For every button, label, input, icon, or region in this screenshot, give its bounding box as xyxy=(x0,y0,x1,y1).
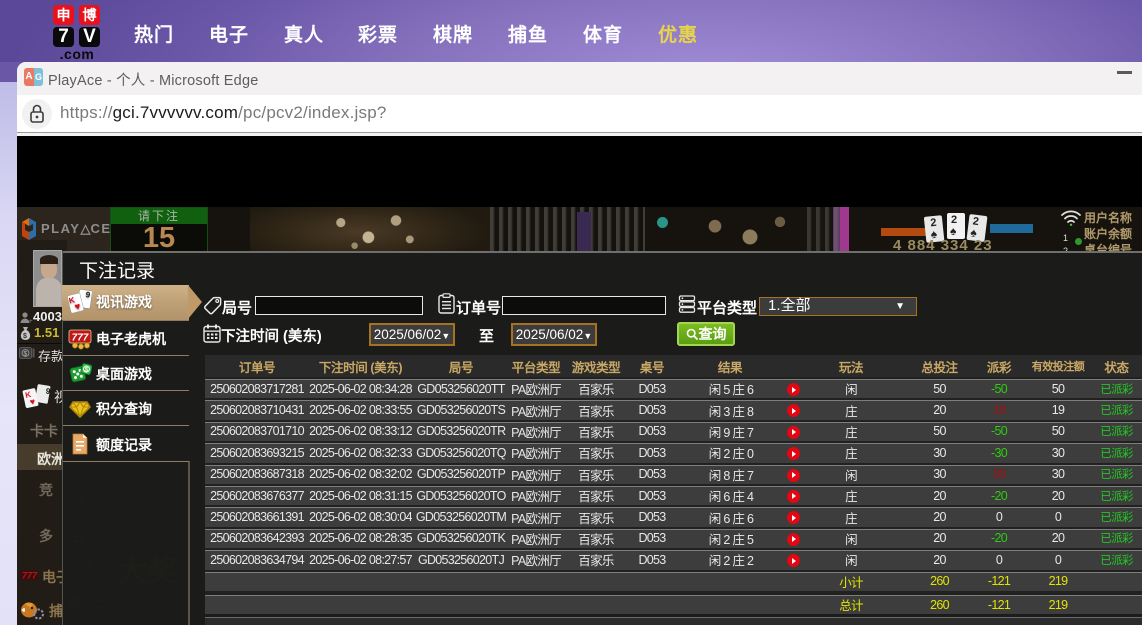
svg-text:♠: ♠ xyxy=(950,224,957,238)
svg-text:9: 9 xyxy=(45,386,51,396)
svg-text:$: $ xyxy=(23,333,27,340)
svg-text:777: 777 xyxy=(22,571,38,581)
svg-text:$: $ xyxy=(24,350,28,357)
svg-text:777: 777 xyxy=(72,333,89,344)
